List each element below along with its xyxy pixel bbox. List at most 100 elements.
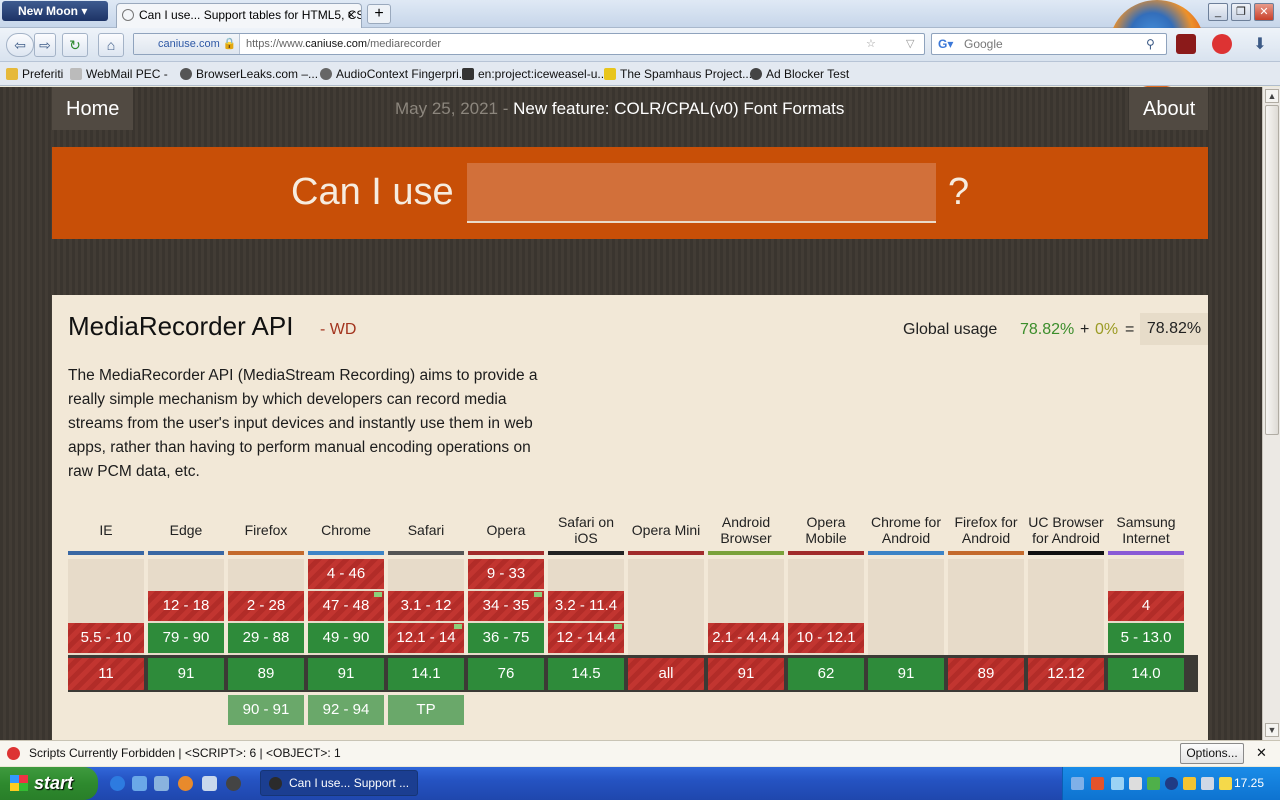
version-cell[interactable]: 9 - 33 bbox=[468, 559, 544, 589]
current-version-cell[interactable]: 91 bbox=[708, 658, 784, 690]
current-version-cell[interactable]: 12.12 bbox=[1028, 658, 1104, 690]
network-icon[interactable] bbox=[1071, 777, 1084, 790]
bookmark-item[interactable]: AudioContext Fingerpri... bbox=[320, 62, 469, 86]
version-cell[interactable]: 4 - 46 bbox=[308, 559, 384, 589]
tab-close-button[interactable]: × bbox=[347, 4, 355, 26]
volume-icon[interactable] bbox=[1201, 777, 1214, 790]
current-version-cell[interactable]: 89 bbox=[948, 658, 1024, 690]
page-icon bbox=[462, 68, 474, 80]
url-bar[interactable]: caniuse.com 🔒 https://www.caniuse.com/me… bbox=[133, 33, 925, 55]
version-cell[interactable]: 3.1 - 12 bbox=[388, 591, 464, 621]
mail-icon[interactable] bbox=[202, 776, 217, 791]
tray-icon[interactable] bbox=[1165, 777, 1178, 790]
reload-button[interactable]: ↻ bbox=[62, 33, 88, 57]
bookmark-item[interactable]: Preferiti bbox=[6, 62, 63, 86]
close-window-button[interactable]: ✕ bbox=[1254, 3, 1274, 21]
version-cell[interactable]: 49 - 90 bbox=[308, 623, 384, 653]
bookmark-item[interactable]: Ad Blocker Test bbox=[750, 62, 849, 86]
scroll-down-button[interactable]: ▼ bbox=[1265, 723, 1279, 737]
version-cell[interactable]: TP bbox=[388, 695, 464, 725]
version-cell[interactable]: 12.1 - 14 bbox=[388, 623, 464, 653]
firefox-icon[interactable] bbox=[178, 776, 193, 791]
version-cell[interactable]: 5.5 - 10 bbox=[68, 623, 144, 653]
version-cell[interactable]: 2.1 - 4.4.4 bbox=[708, 623, 784, 653]
taskbar-window-item[interactable]: Can I use... Support ... bbox=[260, 770, 418, 796]
current-version-cell[interactable]: 62 bbox=[788, 658, 864, 690]
site-identity-box[interactable]: caniuse.com 🔒 bbox=[134, 34, 240, 54]
close-icon[interactable]: ✕ bbox=[1256, 741, 1267, 765]
feature-status[interactable]: - WD bbox=[320, 321, 356, 339]
current-version-cell[interactable]: 91 bbox=[308, 658, 384, 690]
app-menu-button[interactable]: New Moon ▾ bbox=[2, 1, 108, 21]
scroll-up-button[interactable]: ▲ bbox=[1265, 89, 1279, 103]
page-icon bbox=[70, 68, 82, 80]
version-cell[interactable]: 90 - 91 bbox=[228, 695, 304, 725]
ie-icon[interactable] bbox=[110, 776, 125, 791]
version-cell[interactable]: 47 - 48 bbox=[308, 591, 384, 621]
bookmark-item[interactable]: WebMail PEC - bbox=[70, 62, 168, 86]
version-cell[interactable]: 79 - 90 bbox=[148, 623, 224, 653]
version-cell[interactable]: 34 - 35 bbox=[468, 591, 544, 621]
ublock-icon[interactable] bbox=[1176, 34, 1196, 54]
tray-icon[interactable] bbox=[1111, 777, 1124, 790]
tray-icon[interactable] bbox=[1183, 777, 1196, 790]
navigation-toolbar: ⇦ ⇨ ↻ ⌂ caniuse.com 🔒 https://www.canius… bbox=[0, 28, 1280, 62]
current-version-cell[interactable]: 11 bbox=[68, 658, 144, 690]
bookmark-item[interactable]: The Spamhaus Project... bbox=[604, 62, 752, 86]
scroll-thumb[interactable] bbox=[1265, 105, 1279, 435]
version-cell[interactable]: 36 - 75 bbox=[468, 623, 544, 653]
noscript-options-button[interactable]: Options... bbox=[1180, 743, 1244, 764]
current-version-cell[interactable]: 91 bbox=[148, 658, 224, 690]
column-background bbox=[628, 559, 704, 655]
bookmark-star-icon[interactable]: ☆ bbox=[866, 34, 876, 54]
version-cell[interactable]: 12 - 14.4 bbox=[548, 623, 624, 653]
noscript-icon[interactable] bbox=[1212, 34, 1232, 54]
url-dropdown-icon[interactable]: ▽ bbox=[906, 34, 914, 54]
search-bar[interactable]: G▾ Google ⚲ bbox=[931, 33, 1167, 55]
version-cell[interactable]: 5 - 13.0 bbox=[1108, 623, 1184, 653]
version-cell[interactable]: 29 - 88 bbox=[228, 623, 304, 653]
start-button[interactable]: start bbox=[0, 767, 98, 800]
current-version-cell[interactable]: all bbox=[628, 658, 704, 690]
search-hero: Can I use ? bbox=[52, 147, 1208, 239]
current-version-cell[interactable]: 91 bbox=[868, 658, 944, 690]
version-cell[interactable]: 3.2 - 11.4 bbox=[548, 591, 624, 621]
forward-button[interactable]: ⇨ bbox=[34, 33, 56, 57]
maximize-button[interactable]: ❐ bbox=[1231, 3, 1251, 21]
current-version-cell[interactable]: 14.0 bbox=[1108, 658, 1184, 690]
search-icon[interactable]: ⚲ bbox=[1146, 34, 1155, 54]
browser-color-bar bbox=[1108, 551, 1184, 555]
feature-title[interactable]: MediaRecorder API bbox=[68, 311, 293, 342]
nav-home-link[interactable]: Home bbox=[52, 87, 134, 130]
current-version-cell[interactable]: 14.5 bbox=[548, 658, 624, 690]
feature-search-input[interactable] bbox=[467, 163, 936, 223]
new-tab-button[interactable]: + bbox=[367, 4, 391, 24]
system-tray: 17.25 bbox=[1062, 767, 1280, 800]
minimize-button[interactable]: _ bbox=[1208, 3, 1228, 21]
quicklaunch-icon[interactable] bbox=[226, 776, 241, 791]
home-button[interactable]: ⌂ bbox=[98, 33, 124, 57]
tray-icon[interactable] bbox=[1147, 777, 1160, 790]
tray-icon[interactable] bbox=[1129, 777, 1142, 790]
bookmark-item[interactable]: en:project:iceweasel-u... bbox=[462, 62, 607, 86]
quicklaunch-icon[interactable] bbox=[132, 776, 147, 791]
security-icon[interactable] bbox=[1219, 777, 1232, 790]
quicklaunch-icon[interactable] bbox=[154, 776, 169, 791]
news-banner[interactable]: May 25, 2021 - New feature: COLR/CPAL(v0… bbox=[395, 99, 844, 119]
version-cell[interactable]: 4 bbox=[1108, 591, 1184, 621]
tab-active[interactable]: Can I use... Support tables for HTML5, C… bbox=[116, 3, 362, 28]
current-version-cell[interactable]: 76 bbox=[468, 658, 544, 690]
version-cell[interactable]: 92 - 94 bbox=[308, 695, 384, 725]
version-cell[interactable]: 12 - 18 bbox=[148, 591, 224, 621]
version-cell[interactable]: 10 - 12.1 bbox=[788, 623, 864, 653]
back-button[interactable]: ⇦ bbox=[6, 33, 34, 57]
current-version-cell[interactable]: 14.1 bbox=[388, 658, 464, 690]
version-cell[interactable]: 2 - 28 bbox=[228, 591, 304, 621]
shield-icon[interactable] bbox=[1091, 777, 1104, 790]
page-scrollbar[interactable]: ▲ ▼ bbox=[1262, 87, 1280, 740]
version-label: 89 bbox=[977, 665, 995, 682]
download-icon[interactable]: ⬇ bbox=[1250, 34, 1270, 54]
current-version-cell[interactable]: 89 bbox=[228, 658, 304, 690]
nav-about-link[interactable]: About bbox=[1129, 87, 1208, 130]
bookmark-item[interactable]: BrowserLeaks.com –... bbox=[180, 62, 318, 86]
